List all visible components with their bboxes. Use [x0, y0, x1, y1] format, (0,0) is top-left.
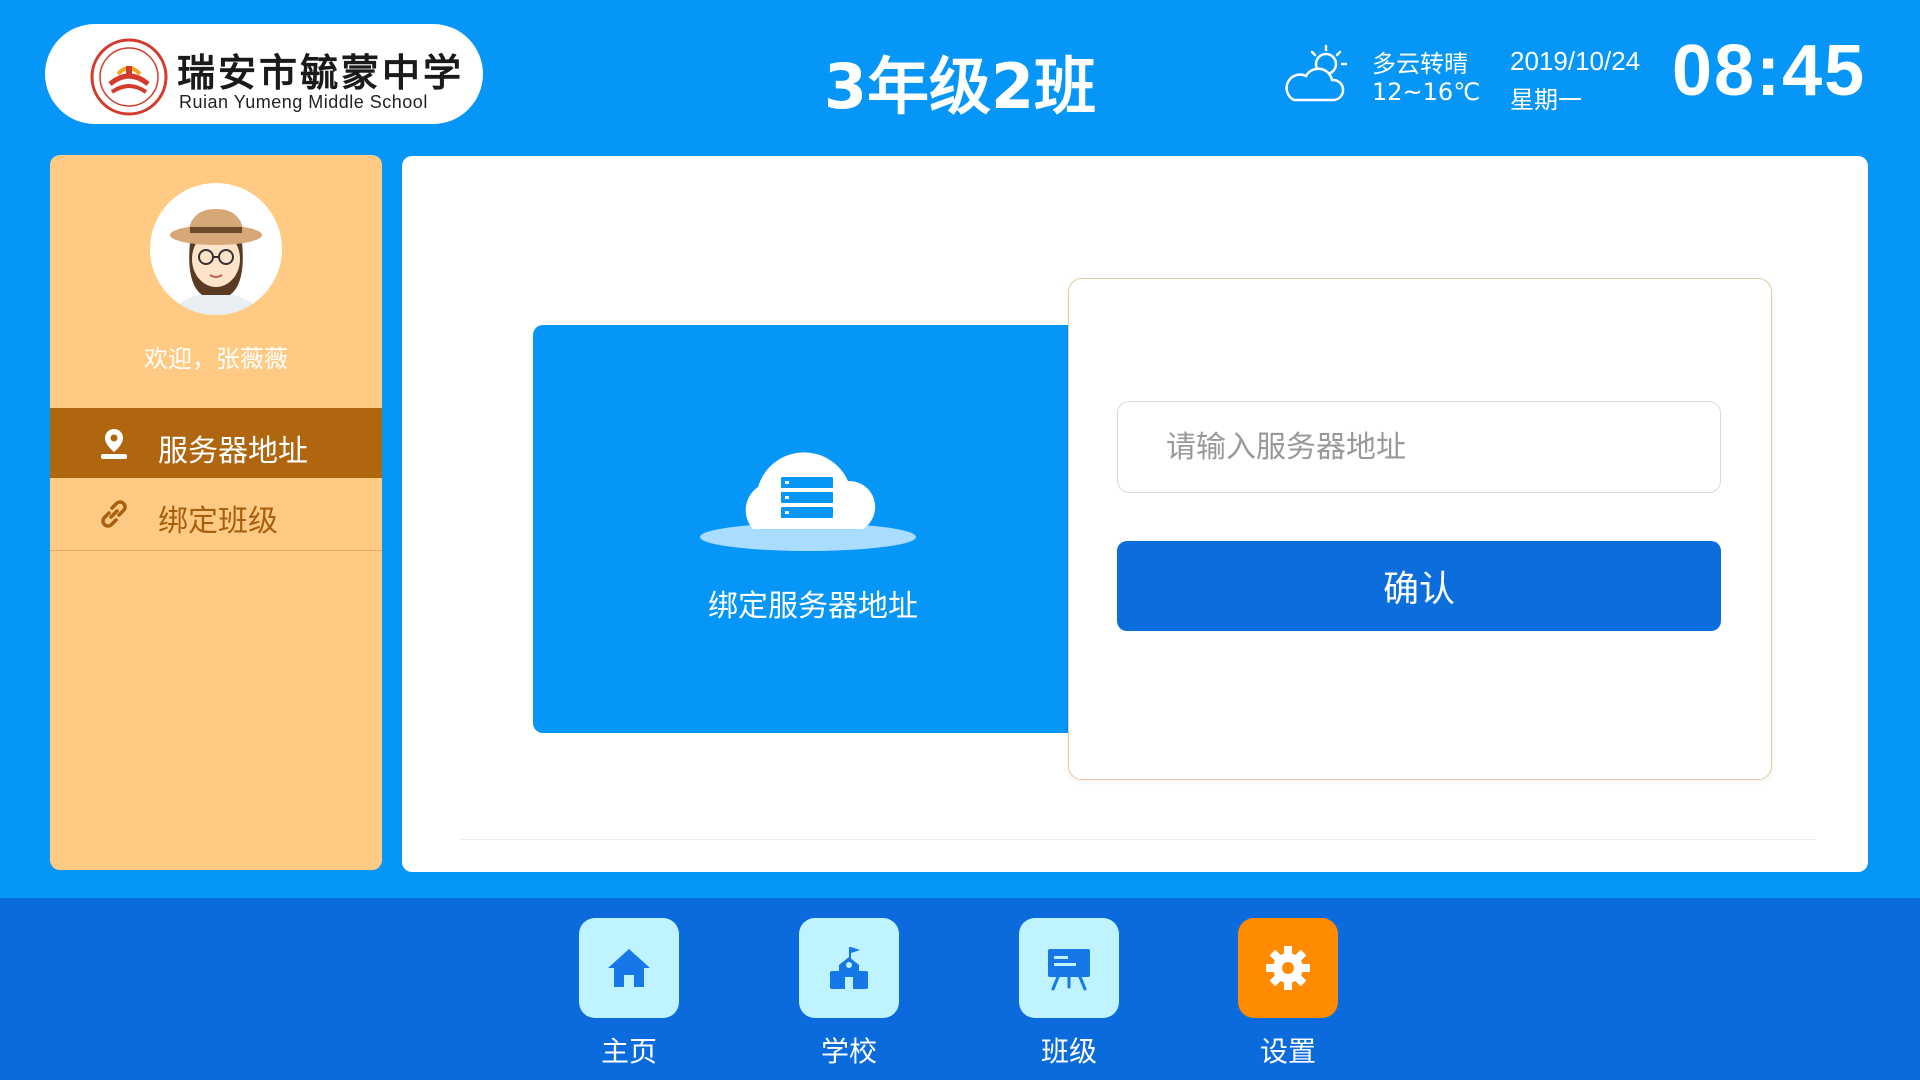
location-pin-icon	[101, 429, 127, 459]
sidebar: 欢迎，张薇薇 服务器地址 绑定班级	[50, 155, 382, 870]
main-panel: 绑定服务器地址 确认	[402, 156, 1868, 872]
school-name-en: Ruian Yumeng Middle School	[179, 92, 428, 112]
school-name-cn: 瑞安市毓蒙中学	[177, 50, 465, 95]
avatar	[150, 183, 282, 315]
nav-item-home[interactable]: 主页	[579, 918, 679, 1068]
welcome-message: 欢迎，张薇薇	[144, 345, 288, 373]
sidebar-item-bind-class[interactable]: 绑定班级	[50, 478, 382, 548]
classroom-board-icon	[1048, 949, 1090, 991]
nav-item-settings[interactable]: 设置	[1238, 918, 1338, 1068]
weekday: 星期一	[1510, 86, 1582, 114]
sidebar-item-label: 服务器地址	[158, 434, 308, 469]
nav-label: 班级	[1040, 1035, 1097, 1068]
server-form: 确认	[1068, 278, 1772, 780]
bottom-nav: 主页 学校 班级 设置	[0, 898, 1920, 1080]
nav-tile	[799, 918, 899, 1018]
bind-server-label: 绑定服务器地址	[708, 589, 918, 624]
nav-tile	[1238, 918, 1338, 1018]
sidebar-item-server-address[interactable]: 服务器地址	[50, 408, 382, 478]
school-icon	[830, 947, 868, 989]
partly-cloudy-icon	[1285, 44, 1348, 102]
weather-temperature: 12~16℃	[1372, 78, 1481, 106]
clock: 08:45	[1672, 31, 1867, 111]
gear-icon	[1266, 946, 1310, 990]
nav-item-class[interactable]: 班级	[1019, 918, 1119, 1068]
class-title: 3年级2班	[823, 50, 1097, 123]
nav-label: 学校	[820, 1035, 877, 1068]
date: 2019/10/24	[1510, 46, 1641, 76]
nav-tile	[1019, 918, 1119, 1018]
sidebar-item-label: 绑定班级	[158, 504, 278, 539]
nav-tile	[579, 918, 679, 1018]
weather-description: 多云转晴	[1372, 50, 1468, 78]
school-logo-badge: 瑞安市毓蒙中学 Ruian Yumeng Middle School	[45, 24, 483, 124]
user-avatar-icon	[169, 209, 263, 315]
menu-divider	[50, 550, 382, 551]
home-icon	[608, 949, 650, 987]
bind-server-card: 绑定服务器地址	[533, 325, 1071, 733]
cloud-server-icon	[700, 452, 916, 551]
school-emblem-icon	[90, 38, 168, 116]
confirm-button[interactable]: 确认	[1117, 541, 1721, 631]
link-icon	[101, 500, 127, 528]
nav-label: 主页	[600, 1035, 657, 1068]
server-address-input[interactable]	[1117, 401, 1721, 493]
nav-label: 设置	[1259, 1035, 1316, 1068]
panel-divider	[460, 839, 1816, 840]
nav-item-school[interactable]: 学校	[799, 918, 899, 1068]
